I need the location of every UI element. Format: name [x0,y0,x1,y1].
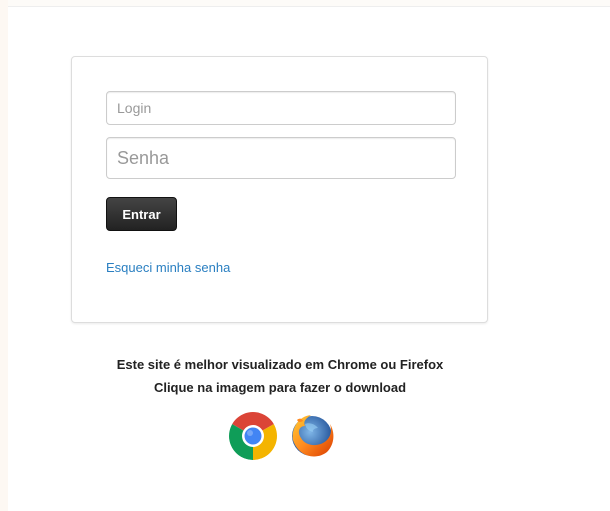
login-page: Entrar Esqueci minha senha Este site é m… [0,0,610,511]
left-edge [0,0,8,511]
browser-notice-line1: Este site é melhor visualizado em Chrome… [116,357,444,372]
enter-button[interactable]: Entrar [106,197,177,231]
login-panel: Entrar Esqueci minha senha [71,56,488,323]
forgot-password-link[interactable]: Esqueci minha senha [106,260,230,275]
chrome-icon[interactable] [227,410,279,462]
login-input[interactable] [106,91,456,125]
top-bar [0,0,610,7]
password-input[interactable] [106,137,456,179]
browser-download-icons [227,410,339,462]
firefox-icon[interactable] [285,410,337,462]
browser-notice-line2: Clique na imagem para fazer o download [153,380,407,395]
